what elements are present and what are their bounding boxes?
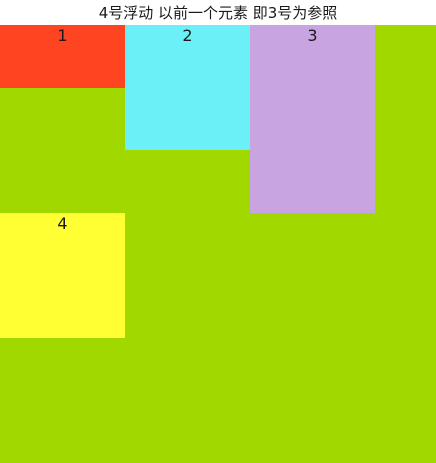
page-caption: 4号浮动 以前一个元素 即3号为参照 (98, 4, 338, 22)
float-box-3-label: 3 (307, 26, 318, 45)
float-box-1-label: 1 (57, 26, 68, 45)
float-box-4-label: 4 (57, 214, 68, 233)
float-box-2-label: 2 (182, 26, 193, 45)
float-container: 1 2 3 4 (0, 25, 436, 463)
float-box-3: 3 (250, 25, 375, 213)
float-box-4: 4 (0, 213, 125, 338)
page: 4号浮动 以前一个元素 即3号为参照 1 2 3 4 (0, 0, 436, 463)
float-box-2: 2 (125, 25, 250, 150)
float-box-1: 1 (0, 25, 125, 88)
